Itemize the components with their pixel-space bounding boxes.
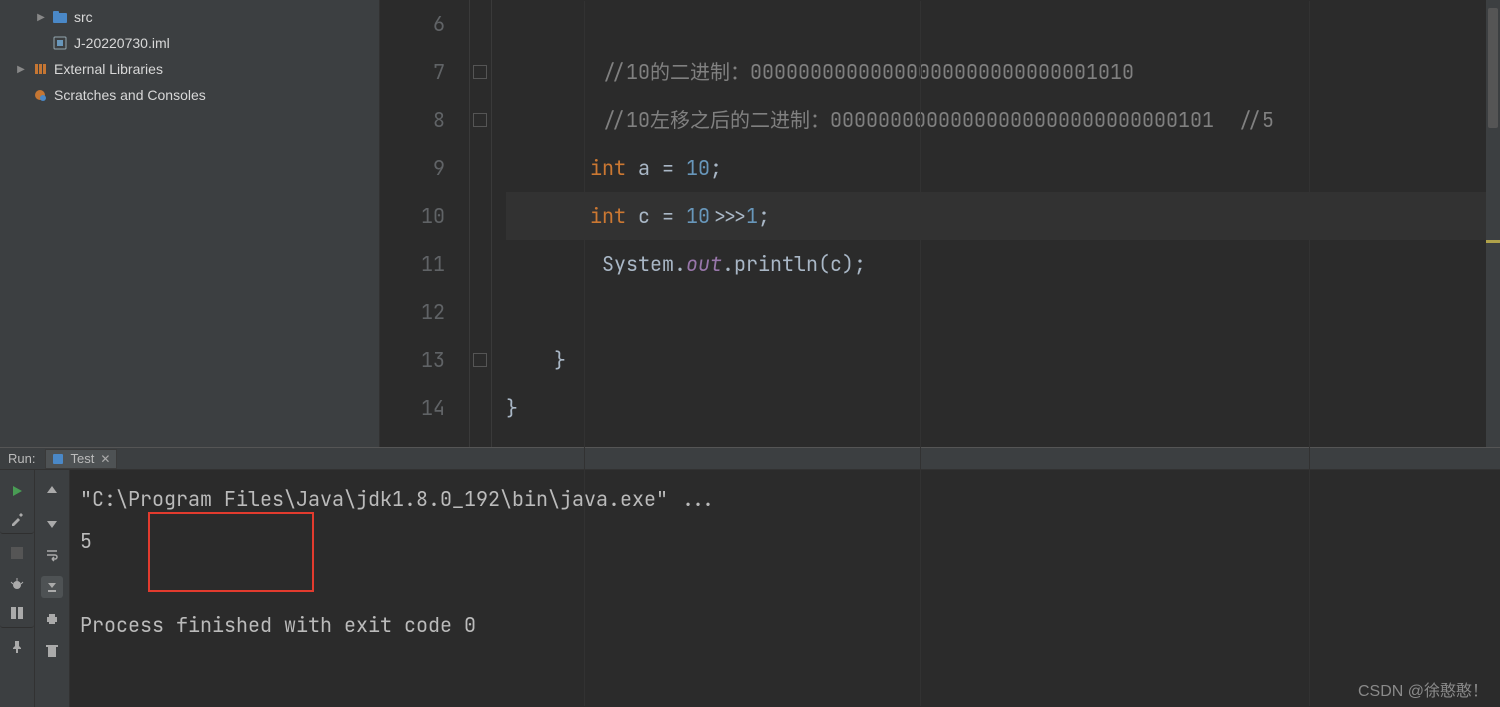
close-icon[interactable]: ✕ — [100, 452, 110, 466]
library-icon — [32, 61, 48, 77]
scroll-to-end-button[interactable] — [41, 576, 63, 598]
chevron-right-icon: ▶ — [36, 12, 46, 23]
layout-button[interactable] — [0, 606, 34, 628]
rerun-button[interactable] — [6, 480, 28, 502]
watermark: CSDN @徐憨憨！ — [1358, 677, 1488, 701]
code-line[interactable]: int a = 10; — [506, 144, 1500, 192]
code-line[interactable]: //10左移之后的二进制：000000000000000000000000000… — [506, 96, 1500, 144]
line-number: 6 — [380, 0, 445, 48]
run-console-toolbar — [35, 470, 70, 707]
code-line[interactable]: int c = 10>>>1; — [506, 192, 1500, 240]
tree-node-src[interactable]: ▶ src — [0, 4, 379, 30]
run-config-tab[interactable]: Test ✕ — [45, 449, 117, 469]
stop-button[interactable] — [6, 542, 28, 564]
line-number: 11 — [380, 240, 445, 288]
run-tab-label: Test — [70, 451, 94, 466]
code-line[interactable] — [506, 0, 1500, 48]
tree-label: Scratches and Consoles — [54, 87, 206, 103]
run-config-icon — [52, 453, 64, 465]
tree-node-scratches[interactable]: Scratches and Consoles — [0, 82, 379, 108]
code-line[interactable]: System.out.println(c); — [506, 240, 1500, 288]
soft-wrap-button[interactable] — [41, 544, 63, 566]
editor-gutter: 67891011121314 — [380, 0, 470, 447]
tree-node-external-libraries[interactable]: ▶ External Libraries — [0, 56, 379, 82]
line-number: 9 — [380, 144, 445, 192]
run-header: Run: Test ✕ — [0, 448, 1500, 470]
debug-button[interactable] — [6, 574, 28, 596]
fold-toggle-icon[interactable] — [473, 353, 487, 367]
clear-button[interactable] — [41, 640, 63, 662]
console-exit-line: Process finished with exit code 0 — [80, 604, 1490, 646]
run-left-toolbar — [0, 470, 35, 707]
editor-code-area[interactable]: //10的二进制：0000000000000000000000000000101… — [492, 0, 1500, 447]
warning-stripe — [1486, 240, 1500, 243]
editor-fold-column — [470, 0, 492, 447]
code-line[interactable] — [506, 288, 1500, 336]
down-arrow-button[interactable] — [41, 512, 63, 534]
fold-toggle-icon[interactable] — [473, 65, 487, 79]
code-editor[interactable]: 67891011121314 //10的二进制：0000000000000000… — [380, 0, 1500, 447]
code-line[interactable]: //10的二进制：0000000000000000000000000000101… — [506, 48, 1500, 96]
line-number: 7 — [380, 48, 445, 96]
up-arrow-button[interactable] — [41, 480, 63, 502]
chevron-right-icon: ▶ — [16, 64, 26, 75]
scrollbar-thumb[interactable] — [1488, 8, 1498, 128]
console-output-line: 5 — [80, 520, 1490, 562]
print-button[interactable] — [41, 608, 63, 630]
line-number: 10 — [380, 192, 445, 240]
fold-toggle-icon[interactable] — [473, 113, 487, 127]
console-output[interactable]: "C:\Program Files\Java\jdk1.8.0_192\bin\… — [70, 470, 1500, 707]
module-file-icon — [52, 35, 68, 51]
pin-button[interactable] — [6, 636, 28, 658]
line-number: 13 — [380, 336, 445, 384]
scratches-icon — [32, 87, 48, 103]
line-number: 12 — [380, 288, 445, 336]
tree-label: src — [74, 9, 93, 25]
tree-label: External Libraries — [54, 61, 163, 77]
folder-icon — [52, 9, 68, 25]
code-line[interactable]: } — [506, 336, 1500, 384]
editor-scrollbar[interactable] — [1486, 0, 1500, 447]
run-tool-window: Run: Test ✕ — [0, 447, 1500, 707]
tree-label: J-20220730.iml — [74, 35, 170, 51]
code-line[interactable]: } — [506, 384, 1500, 432]
line-number: 14 — [380, 384, 445, 432]
console-blank-line — [80, 562, 1490, 604]
wrench-button[interactable] — [0, 512, 34, 534]
tree-node-iml[interactable]: J-20220730.iml — [0, 30, 379, 56]
line-number: 8 — [380, 96, 445, 144]
console-command-line: "C:\Program Files\Java\jdk1.8.0_192\bin\… — [80, 478, 1490, 520]
run-panel-label: Run: — [8, 451, 35, 466]
project-tree[interactable]: ▶ src J-20220730.iml ▶ External Librarie… — [0, 0, 380, 447]
